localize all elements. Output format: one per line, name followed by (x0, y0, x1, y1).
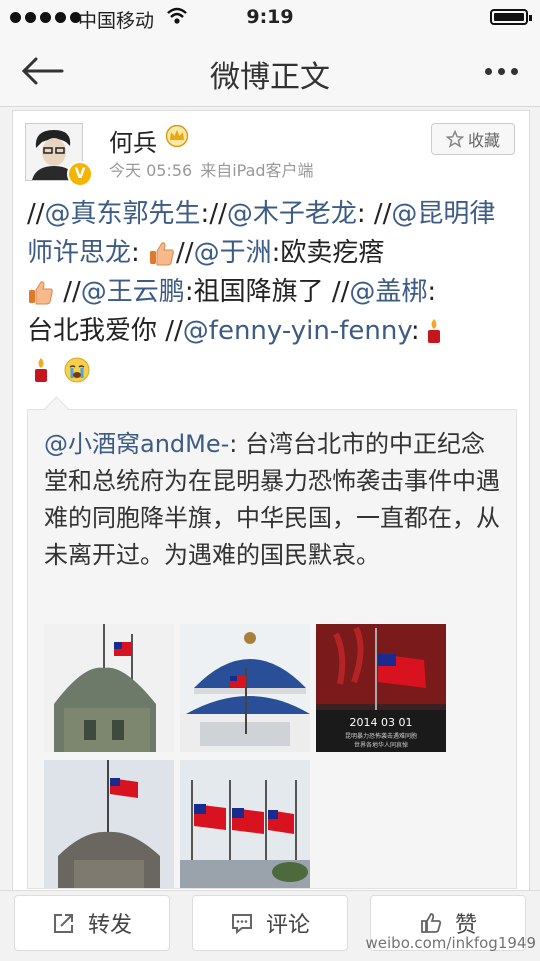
mention-link[interactable]: @于洲 (194, 238, 272, 268)
status-time: 9:19 (246, 6, 294, 28)
username[interactable]: 何兵 (109, 123, 157, 158)
candle-emoji-icon (427, 319, 440, 343)
crown-icon[interactable] (165, 125, 189, 147)
three-flags-image (180, 760, 310, 888)
star-icon (445, 130, 464, 148)
thumbs-up-emoji-icon (150, 242, 174, 266)
post-time: 今天 05:56 (109, 161, 193, 180)
text-segment: // (176, 238, 194, 268)
thumbs-up-emoji-icon (29, 281, 53, 305)
battery-icon (490, 9, 532, 25)
mention-link[interactable]: @小酒窝andMe- (44, 430, 229, 458)
share-icon (53, 914, 73, 933)
favorite-label: 收藏 (467, 131, 500, 150)
mention-link[interactable]: @真东郭先生 (45, 199, 201, 229)
mention-link[interactable]: @盖梆 (349, 277, 427, 307)
repost-image-1[interactable] (44, 624, 174, 752)
weibo-card: V 何兵 今天 05:56 来自iPad客户端 收藏 //@真东郭先生://@木子… (12, 110, 530, 892)
text-segment: 台北我爱你 (27, 316, 166, 346)
candle-emoji-icon (35, 358, 47, 382)
repost-image-4[interactable] (44, 760, 174, 888)
repost-button[interactable]: 转发 (14, 895, 170, 951)
post-meta: 今天 05:56 来自iPad客户端 (109, 157, 322, 181)
text-segment: // (209, 199, 227, 229)
text-segment: : (427, 277, 437, 307)
tower-flag-image (44, 760, 174, 888)
poster-date: 2014 03 01 (350, 716, 413, 729)
thumbs-up-icon (421, 913, 442, 933)
nav-bar: 微博正文 (0, 36, 540, 107)
repost-label: 转发 (87, 913, 132, 938)
mention-link[interactable]: @王云鹏 (81, 277, 185, 307)
more-dots-icon[interactable] (485, 68, 518, 75)
text-segment: // (27, 199, 45, 229)
favorite-button[interactable]: 收藏 (431, 123, 515, 155)
mourning-poster-image: 2014 03 01 昆明暴力恐怖袭击遇难同胞 世界各地华人同哀悼 (316, 624, 446, 752)
text-segment: // (63, 277, 81, 307)
repost-box[interactable]: @小酒窝andMe-: 台湾台北市的中正纪念堂和总统府为在昆明暴力恐怖袭击事件中… (27, 409, 517, 889)
crying-face-emoji-icon (64, 357, 90, 383)
text-segment: : (131, 238, 149, 268)
page-title: 微博正文 (210, 60, 330, 95)
text-segment: // (165, 316, 183, 346)
text-segment: : (410, 316, 420, 346)
presidential-office-image (44, 624, 174, 752)
comment-button[interactable]: 评论 (192, 895, 348, 951)
repost-image-5[interactable] (180, 760, 310, 888)
verified-badge: V (67, 161, 93, 187)
text-segment: :欧卖疙瘩 (271, 238, 385, 268)
text-segment: // (331, 277, 350, 307)
comment-label: 评论 (265, 913, 310, 938)
comment-icon (231, 914, 252, 935)
text-segment: : (200, 199, 210, 229)
repost-text: @小酒窝andMe-: 台湾台北市的中正纪念堂和总统府为在昆明暴力恐怖袭击事件中… (44, 426, 504, 574)
mention-link[interactable]: @木子老龙 (227, 199, 357, 229)
memorial-hall-image (180, 624, 310, 752)
poster-caption-1: 昆明暴力恐怖袭击遇难同胞 (345, 732, 417, 740)
text-segment: // (373, 199, 392, 229)
mention-link[interactable]: @fenny-yin-fenny (183, 316, 411, 346)
text-segment: : (356, 199, 374, 229)
watermark: weibo.com/inkfog1949 (365, 934, 536, 952)
text-segment: :祖国降旗了 (184, 277, 332, 307)
poster-caption-2: 世界各地华人同哀悼 (354, 741, 408, 749)
post-text: //@真东郭先生://@木子老龙: //@昆明律师许思龙: //@于洲:欧卖疙瘩… (27, 195, 507, 390)
repost-image-3[interactable]: 2014 03 01 昆明暴力恐怖袭击遇难同胞 世界各地华人同哀悼 (316, 624, 446, 752)
status-bar: 中国移动 9:19 (0, 0, 540, 36)
repost-image-2[interactable] (180, 624, 310, 752)
post-source: 来自iPad客户端 (200, 161, 314, 180)
